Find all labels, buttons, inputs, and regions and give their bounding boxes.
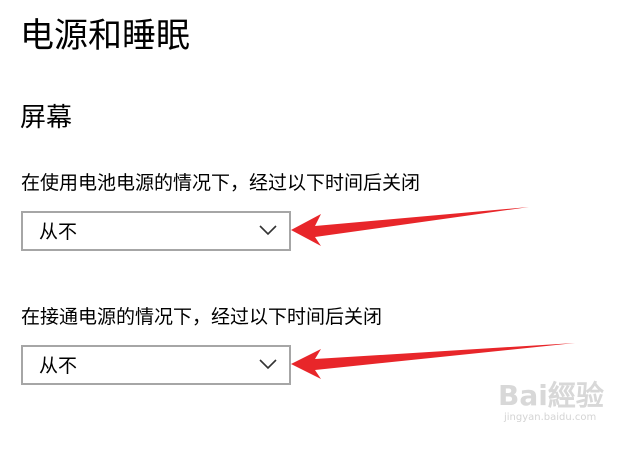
plugged-in-screen-off-dropdown[interactable]: 从不 — [21, 345, 291, 385]
chevron-down-icon — [259, 359, 277, 370]
battery-screen-off-label: 在使用电池电源的情况下，经过以下时间后关闭 — [21, 172, 421, 194]
plugged-in-screen-off-value: 从不 — [39, 355, 78, 377]
plugged-in-screen-off-label: 在接通电源的情况下，经过以下时间后关闭 — [21, 306, 383, 328]
battery-screen-off-value: 从不 — [39, 221, 78, 243]
battery-screen-off-dropdown[interactable]: 从不 — [21, 211, 291, 251]
red-arrow-annotation — [291, 207, 529, 246]
watermark-logo: Bai經验 — [498, 379, 604, 412]
page-title: 电源和睡眠 — [20, 16, 190, 56]
section-title-screen: 屏幕 — [20, 103, 73, 133]
watermark-url: jingyan.baidu.com — [504, 412, 597, 423]
chevron-down-icon — [259, 225, 277, 236]
watermark: Bai經验 jingyan.baidu.com — [498, 380, 614, 428]
